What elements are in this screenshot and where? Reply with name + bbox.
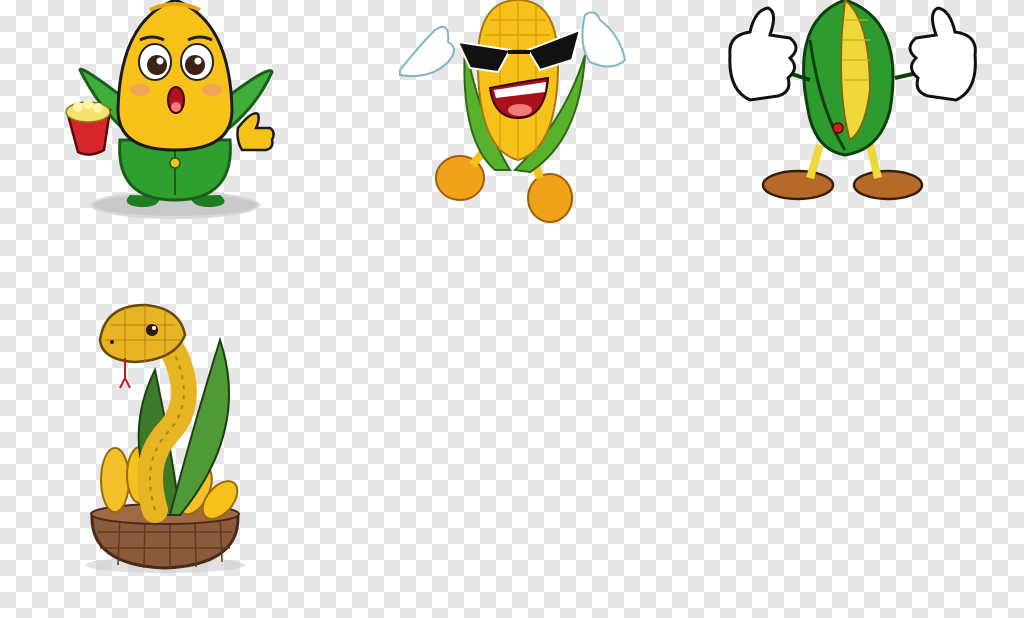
transparent-canvas (0, 0, 1024, 618)
corn-snake-in-basket (85, 303, 245, 573)
corn-mascot-popcorn (65, 0, 275, 219)
corn-mascot-sunglasses (399, 0, 627, 223)
corn-mascot-thumbs-up (728, 0, 977, 201)
